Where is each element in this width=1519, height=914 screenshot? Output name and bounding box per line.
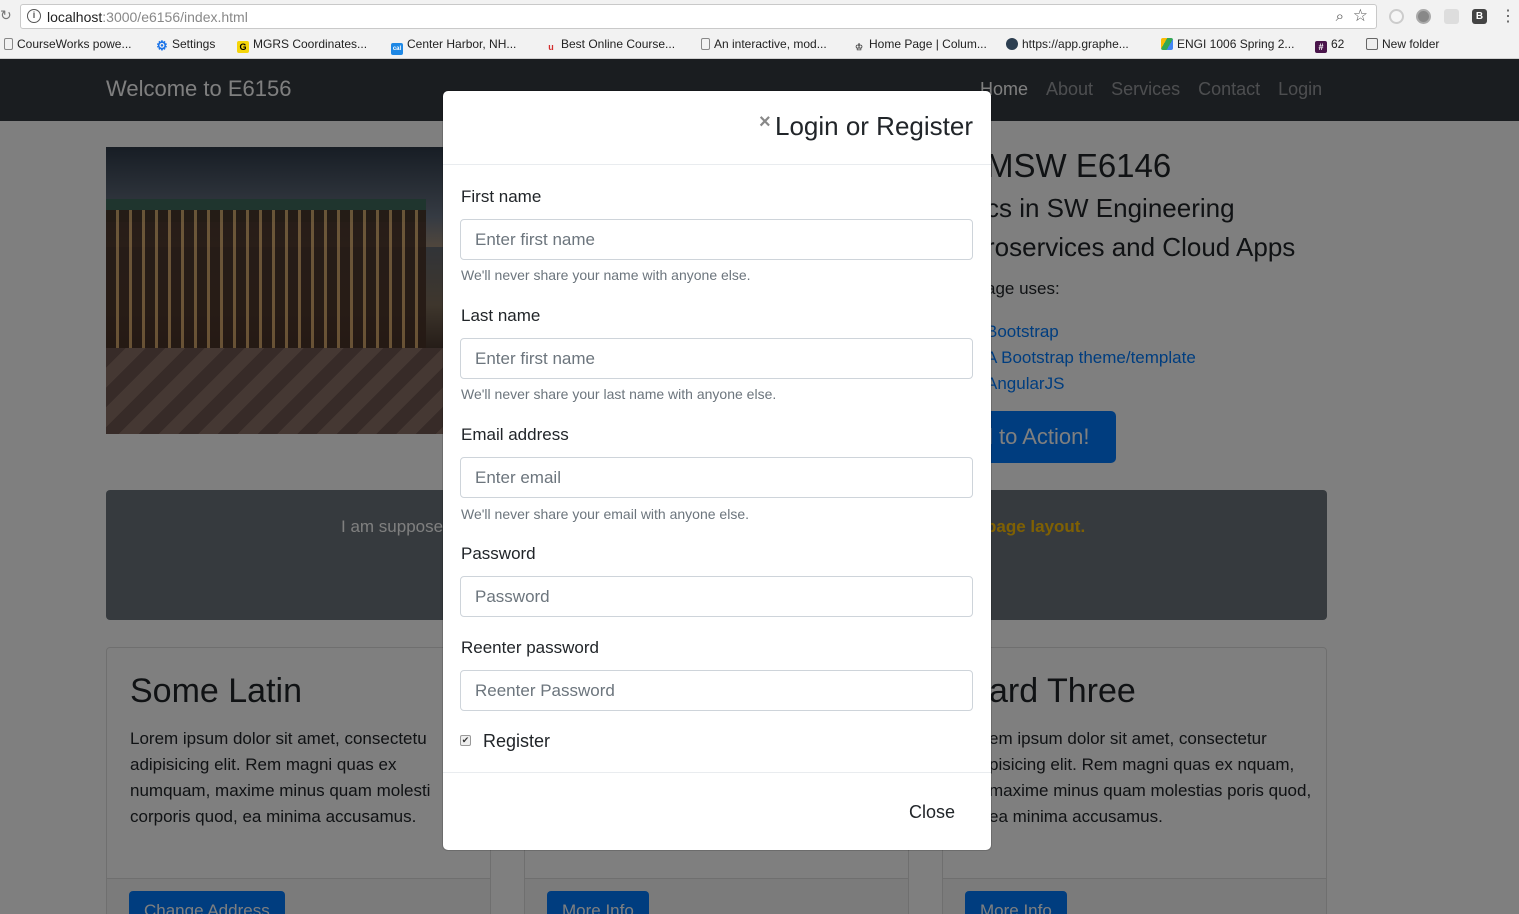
- bookmark-item[interactable]: ENGI 1006 Spring 2...: [1161, 37, 1294, 51]
- slack-icon: #: [1315, 41, 1327, 53]
- bookmark-item[interactable]: G MGRS Coordinates...: [237, 37, 367, 53]
- extension-icon-3[interactable]: [1444, 9, 1459, 24]
- url-text[interactable]: localhost:3000/e6156/index.html: [47, 9, 248, 25]
- register-checkbox[interactable]: ✔: [460, 735, 471, 746]
- modal-title: Login or Register: [775, 111, 973, 141]
- last-name-help: We'll never share your last name with an…: [461, 386, 777, 402]
- bookmark-item[interactable]: An interactive, mod...: [701, 37, 827, 51]
- cal-icon: cal: [391, 43, 403, 55]
- email-input[interactable]: [460, 457, 973, 498]
- folder-icon: [1366, 38, 1378, 50]
- reload-icon[interactable]: ↻: [0, 7, 12, 24]
- info-icon[interactable]: i: [27, 9, 41, 23]
- first-name-input[interactable]: [460, 219, 973, 260]
- modal-header: × Login or Register: [443, 91, 991, 165]
- register-label[interactable]: Register: [483, 731, 550, 752]
- doc-icon: [701, 38, 710, 50]
- gear-icon: ⚙: [156, 38, 168, 53]
- close-icon[interactable]: ×: [759, 111, 771, 134]
- extension-icon-1[interactable]: [1389, 9, 1404, 24]
- zoom-icon[interactable]: ⌕: [1336, 8, 1344, 25]
- doc-icon: [4, 38, 13, 50]
- modal-footer: Close: [443, 772, 991, 850]
- reenter-password-label: Reenter password: [461, 638, 599, 657]
- bookmark-item[interactable]: u Best Online Course...: [545, 37, 675, 53]
- email-help: We'll never share your email with anyone…: [461, 506, 749, 522]
- bookmark-item[interactable]: CourseWorks powe...: [4, 37, 132, 51]
- bookmark-item[interactable]: #62: [1315, 37, 1344, 53]
- address-bar[interactable]: i localhost:3000/e6156/index.html ⌕ ☆: [20, 4, 1377, 29]
- browser-chrome: ↻ i localhost:3000/e6156/index.html ⌕ ☆ …: [0, 0, 1519, 59]
- hex-icon: [1006, 38, 1018, 50]
- first-name-help: We'll never share your name with anyone …: [461, 267, 751, 283]
- password-input[interactable]: [460, 576, 973, 617]
- password-label: Password: [461, 544, 536, 563]
- last-name-input[interactable]: [460, 338, 973, 379]
- u-icon: u: [548, 42, 554, 52]
- first-name-label: First name: [461, 187, 542, 206]
- bookmark-item[interactable]: https://app.graphe...: [1006, 37, 1129, 51]
- bookmark-item[interactable]: ⚙ Settings: [156, 37, 215, 52]
- crown-icon: ♔: [854, 42, 864, 52]
- bookmark-item[interactable]: cal Center Harbor, NH...: [391, 37, 516, 55]
- last-name-label: Last name: [461, 306, 541, 325]
- extension-icon-2[interactable]: [1416, 9, 1431, 24]
- gq-icon: G: [237, 41, 249, 53]
- email-label: Email address: [461, 425, 569, 444]
- reenter-password-input[interactable]: [460, 670, 973, 711]
- menu-kebab-icon[interactable]: ⋮: [1500, 6, 1516, 26]
- star-icon[interactable]: ☆: [1353, 6, 1368, 26]
- extension-icon-4[interactable]: B: [1472, 9, 1487, 24]
- bookmark-item[interactable]: ♔ Home Page | Colum...: [853, 37, 987, 53]
- bookmarks-bar: CourseWorks powe... ⚙ Settings G MGRS Coor…: [0, 35, 1519, 55]
- drive-icon: [1161, 38, 1173, 50]
- bookmark-item[interactable]: New folder: [1366, 37, 1439, 51]
- close-button[interactable]: Close: [909, 802, 955, 823]
- login-register-modal: × Login or Register First name We'll nev…: [443, 91, 991, 850]
